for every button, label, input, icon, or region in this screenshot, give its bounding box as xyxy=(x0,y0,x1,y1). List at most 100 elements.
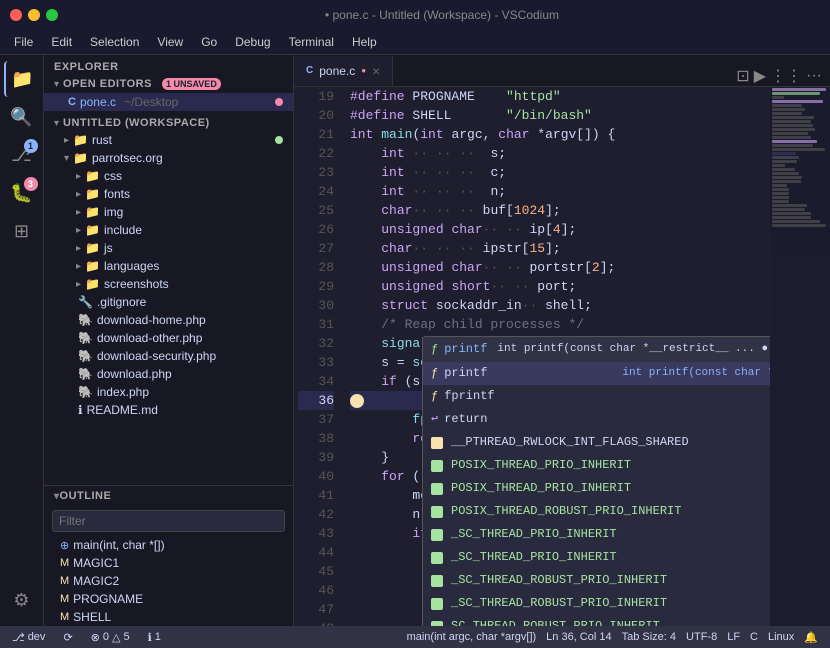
minimize-button[interactable] xyxy=(28,9,40,21)
code-line-23: int ·· ·· ·· s; xyxy=(350,144,762,163)
layout-icon[interactable]: ⋮⋮ xyxy=(770,66,802,86)
folder-img[interactable]: ▸ 📁 img xyxy=(44,203,293,221)
ac-item-posix3[interactable]: POSIX_THREAD_ROBUST_PRIO_INHERIT xyxy=(423,500,770,523)
folder-screenshots[interactable]: ▸ 📁 screenshots xyxy=(44,275,293,293)
activity-explorer[interactable]: 📁 xyxy=(4,61,40,97)
menu-file[interactable]: File xyxy=(6,33,41,51)
outline-item-progname[interactable]: M PROGNAME xyxy=(44,590,293,608)
ac-item-printf[interactable]: ƒ printf int printf(const char *__restri… xyxy=(423,362,770,385)
outline-item-main[interactable]: ⊕ main(int, char *[]) xyxy=(44,536,293,554)
search-icon: 🔍 xyxy=(10,107,32,128)
menu-debug[interactable]: Debug xyxy=(227,33,278,51)
file-download-home[interactable]: 🐘 download-home.php xyxy=(44,311,293,329)
folder-languages[interactable]: ▸ 📁 languages xyxy=(44,257,293,275)
folder-rust-label: rust xyxy=(92,133,112,147)
folder-css-chevron: ▸ xyxy=(76,171,81,182)
outline-item-magic1[interactable]: M MAGIC1 xyxy=(44,554,293,572)
ac-item-sc1[interactable]: _SC_THREAD_PRIO_INHERIT xyxy=(423,523,770,546)
macro-icon: M xyxy=(60,575,69,587)
ac-item-posix2[interactable]: POSIX_THREAD_PRIO_INHERIT xyxy=(423,477,770,500)
sb-tab-size[interactable]: Tab Size: 4 xyxy=(618,631,680,644)
ac-item-return[interactable]: ↩ return xyxy=(423,408,770,431)
more-actions-icon[interactable]: ··· xyxy=(806,67,822,85)
ac-item-posix1[interactable]: POSIX_THREAD_PRIO_INHERIT xyxy=(423,454,770,477)
file-download-other[interactable]: 🐘 download-other.php xyxy=(44,329,293,347)
tab-pone-c[interactable]: C pone.c ● × xyxy=(294,56,393,86)
open-editor-pone-c[interactable]: C pone.c ~/Desktop xyxy=(44,93,293,111)
activity-source-control[interactable]: ⎇ 1 xyxy=(4,137,40,173)
menu-edit[interactable]: Edit xyxy=(43,33,80,51)
sb-branch[interactable]: ⎇ dev xyxy=(8,631,49,644)
menu-view[interactable]: View xyxy=(149,33,191,51)
activity-settings[interactable]: ⚙ xyxy=(4,582,40,618)
sb-line-ending[interactable]: LF xyxy=(723,631,744,644)
autocomplete-dropdown: ƒ printf int printf(const char *__restri… xyxy=(422,336,770,626)
sb-ln-col[interactable]: Ln 36, Col 14 xyxy=(542,631,615,644)
ac-const-icon xyxy=(431,575,443,587)
sb-branch-label: dev xyxy=(28,631,46,643)
file-download[interactable]: 🐘 download.php xyxy=(44,365,293,383)
sb-sync[interactable]: ⟳ xyxy=(59,631,76,644)
folder-icon: 📁 xyxy=(85,277,100,291)
sb-errors[interactable]: ⊗ 0 △ 5 xyxy=(87,631,134,644)
folder-fonts[interactable]: ▸ 📁 fonts xyxy=(44,185,293,203)
sb-info[interactable]: ℹ 1 xyxy=(144,631,165,644)
menu-go[interactable]: Go xyxy=(193,33,225,51)
folder-img-label: img xyxy=(104,205,123,219)
folder-icon: 📁 xyxy=(85,169,100,183)
traffic-lights xyxy=(10,9,58,21)
sb-encoding[interactable]: UTF-8 xyxy=(682,631,721,644)
menu-help[interactable]: Help xyxy=(344,33,385,51)
outline-item-shell[interactable]: M SHELL xyxy=(44,608,293,626)
folder-js[interactable]: ▸ 📁 js xyxy=(44,239,293,257)
run-icon[interactable]: ▶ xyxy=(754,66,766,86)
ac-header-type: int printf(const char *__restrict__ ... … xyxy=(497,340,768,359)
ac-const-icon xyxy=(431,437,443,449)
folder-rust[interactable]: ▸ 📁 rust xyxy=(44,131,293,149)
menu-selection[interactable]: Selection xyxy=(82,33,147,51)
file-gitignore[interactable]: 🔧 .gitignore xyxy=(44,293,293,311)
outline-filter-input[interactable] xyxy=(52,510,285,532)
file-index[interactable]: 🐘 index.php xyxy=(44,383,293,401)
ac-item-label: POSIX_THREAD_ROBUST_PRIO_INHERIT xyxy=(451,502,770,521)
activity-search[interactable]: 🔍 xyxy=(4,99,40,135)
sb-right: main(int argc, char *argv[]) Ln 36, Col … xyxy=(403,631,822,644)
ac-item-label: POSIX_THREAD_PRIO_INHERIT xyxy=(451,479,770,498)
workspace-header[interactable]: ▾ UNTITLED (WORKSPACE) xyxy=(44,115,293,131)
ac-item-sc4[interactable]: _SC_THREAD_ROBUST_PRIO_INHERIT xyxy=(423,592,770,615)
info-icon: ℹ xyxy=(148,631,152,644)
close-button[interactable] xyxy=(10,9,22,21)
folder-js-chevron: ▸ xyxy=(76,243,81,254)
ac-item-fprintf[interactable]: ƒ fprintf xyxy=(423,385,770,408)
ac-item-sc5[interactable]: SC_THREAD_ROBUST_PRIO_INHERIT xyxy=(423,615,770,626)
folder-include[interactable]: ▸ 📁 include xyxy=(44,221,293,239)
folder-parrotsec[interactable]: ▾ 📁 parrotsec.org xyxy=(44,149,293,167)
code-line-32: /* Reap child processes */ xyxy=(350,315,762,334)
sb-language-label: C xyxy=(750,631,758,643)
menu-terminal[interactable]: Terminal xyxy=(281,33,342,51)
code-area[interactable]: #define PROGNAME "httpd" #define SHELL "… xyxy=(342,87,770,626)
folder-css[interactable]: ▸ 📁 css xyxy=(44,167,293,185)
sb-line-ending-label: LF xyxy=(727,631,740,643)
outline-item-magic2[interactable]: M MAGIC2 xyxy=(44,572,293,590)
php-icon: 🐘 xyxy=(78,349,93,363)
activity-extensions[interactable]: ⊞ xyxy=(4,213,40,249)
sb-tab-size-label: Tab Size: 4 xyxy=(622,631,676,643)
activity-debug[interactable]: 🐛 3 xyxy=(4,175,40,211)
sb-language[interactable]: C xyxy=(746,631,762,644)
outline-header[interactable]: ▾ OUTLINE xyxy=(44,486,293,506)
sb-notifications[interactable]: 🔔 xyxy=(800,631,822,644)
ac-item-sc2[interactable]: _SC_THREAD_PRIO_INHERIT xyxy=(423,546,770,569)
tab-close-button[interactable]: × xyxy=(372,63,380,79)
ac-item-pthread-rw[interactable]: __PTHREAD_RWLOCK_INT_FLAGS_SHARED xyxy=(423,431,770,454)
file-readme[interactable]: ℹ README.md xyxy=(44,401,293,419)
ac-item-sc3[interactable]: _SC_THREAD_ROBUST_PRIO_INHERIT xyxy=(423,569,770,592)
folder-icon: 📁 xyxy=(73,133,88,147)
outline-item-label: main(int, char *[]) xyxy=(73,538,164,552)
sb-os[interactable]: Linux xyxy=(764,631,798,644)
split-editor-icon[interactable]: ⊡ xyxy=(736,66,749,86)
sb-position[interactable]: main(int argc, char *argv[]) xyxy=(403,631,541,644)
file-download-security[interactable]: 🐘 download-security.php xyxy=(44,347,293,365)
open-editors-header[interactable]: ▾ OPEN EDITORS 1 UNSAVED xyxy=(44,75,293,93)
maximize-button[interactable] xyxy=(46,9,58,21)
